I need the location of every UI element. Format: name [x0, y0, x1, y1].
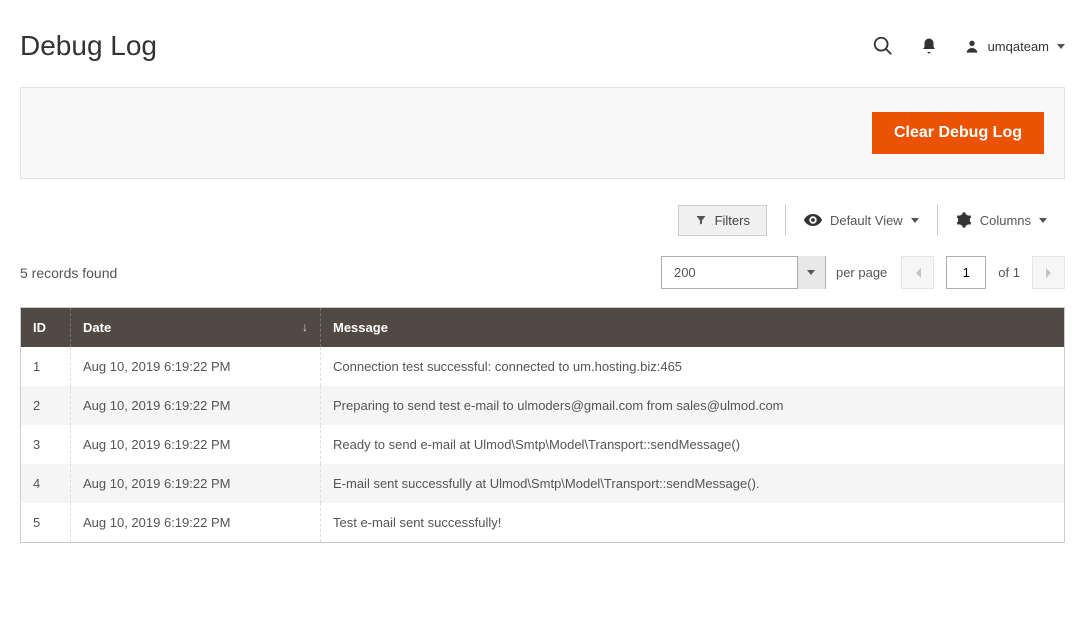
toolbar-bottom: 5 records found 200 per page of 1: [20, 256, 1065, 289]
next-page-button[interactable]: [1032, 256, 1065, 289]
pagination-group: 200 per page of 1: [661, 256, 1065, 289]
cell-id: 5: [21, 503, 71, 543]
prev-page-button[interactable]: [901, 256, 934, 289]
gear-icon: [956, 212, 972, 228]
user-name: umqateam: [988, 39, 1049, 54]
default-view-button[interactable]: Default View: [804, 213, 919, 228]
page-input[interactable]: [946, 256, 986, 289]
of-label: of 1: [998, 265, 1020, 280]
table-row[interactable]: 5Aug 10, 2019 6:19:22 PMTest e-mail sent…: [21, 503, 1065, 543]
filters-label: Filters: [715, 213, 750, 228]
cell-date: Aug 10, 2019 6:19:22 PM: [71, 464, 321, 503]
default-view-label: Default View: [830, 213, 903, 228]
cell-message: Preparing to send test e-mail to ulmoder…: [321, 386, 1065, 425]
per-page-value: 200: [662, 265, 797, 280]
user-icon: [964, 38, 980, 54]
per-page-label: per page: [836, 265, 887, 280]
cell-id: 1: [21, 347, 71, 386]
table-row[interactable]: 2Aug 10, 2019 6:19:22 PMPreparing to sen…: [21, 386, 1065, 425]
column-header-id[interactable]: ID: [21, 308, 71, 348]
cell-date: Aug 10, 2019 6:19:22 PM: [71, 386, 321, 425]
cell-date: Aug 10, 2019 6:19:22 PM: [71, 503, 321, 543]
chevron-down-icon: [911, 218, 919, 223]
chevron-down-icon: [1057, 44, 1065, 49]
eye-icon: [804, 213, 822, 227]
columns-label: Columns: [980, 213, 1031, 228]
cell-id: 4: [21, 464, 71, 503]
cell-id: 2: [21, 386, 71, 425]
per-page-select[interactable]: 200 per page: [661, 256, 887, 289]
records-found: 5 records found: [20, 265, 117, 281]
table-row[interactable]: 1Aug 10, 2019 6:19:22 PMConnection test …: [21, 347, 1065, 386]
cell-message: Ready to send e-mail at Ulmod\Smtp\Model…: [321, 425, 1065, 464]
action-bar: Clear Debug Log: [20, 87, 1065, 179]
cell-message: Connection test successful: connected to…: [321, 347, 1065, 386]
filters-button[interactable]: Filters: [678, 205, 767, 236]
toolbar-top: Filters Default View Columns: [20, 204, 1065, 236]
search-icon[interactable]: [872, 35, 894, 57]
sort-descending-icon: ↓: [302, 320, 308, 334]
cell-message: E-mail sent successfully at Ulmod\Smtp\M…: [321, 464, 1065, 503]
chevron-left-icon: [914, 267, 922, 279]
chevron-right-icon: [1045, 267, 1053, 279]
table-row[interactable]: 3Aug 10, 2019 6:19:22 PMReady to send e-…: [21, 425, 1065, 464]
pager: of 1: [901, 256, 1065, 289]
clear-debug-log-button[interactable]: Clear Debug Log: [872, 112, 1044, 154]
page-title: Debug Log: [20, 30, 157, 62]
header-actions: umqateam: [872, 35, 1065, 57]
funnel-icon: [695, 214, 707, 226]
cell-id: 3: [21, 425, 71, 464]
chevron-down-icon: [797, 256, 825, 289]
columns-button[interactable]: Columns: [956, 212, 1047, 228]
table-row[interactable]: 4Aug 10, 2019 6:19:22 PME-mail sent succ…: [21, 464, 1065, 503]
column-header-message[interactable]: Message: [321, 308, 1065, 348]
column-header-date[interactable]: Date ↓: [71, 308, 321, 348]
cell-date: Aug 10, 2019 6:19:22 PM: [71, 347, 321, 386]
cell-date: Aug 10, 2019 6:19:22 PM: [71, 425, 321, 464]
chevron-down-icon: [1039, 218, 1047, 223]
user-menu[interactable]: umqateam: [964, 38, 1065, 54]
cell-message: Test e-mail sent successfully!: [321, 503, 1065, 543]
debug-log-grid: ID Date ↓ Message 1Aug 10, 2019 6:19:22 …: [20, 307, 1065, 543]
bell-icon[interactable]: [920, 37, 938, 55]
